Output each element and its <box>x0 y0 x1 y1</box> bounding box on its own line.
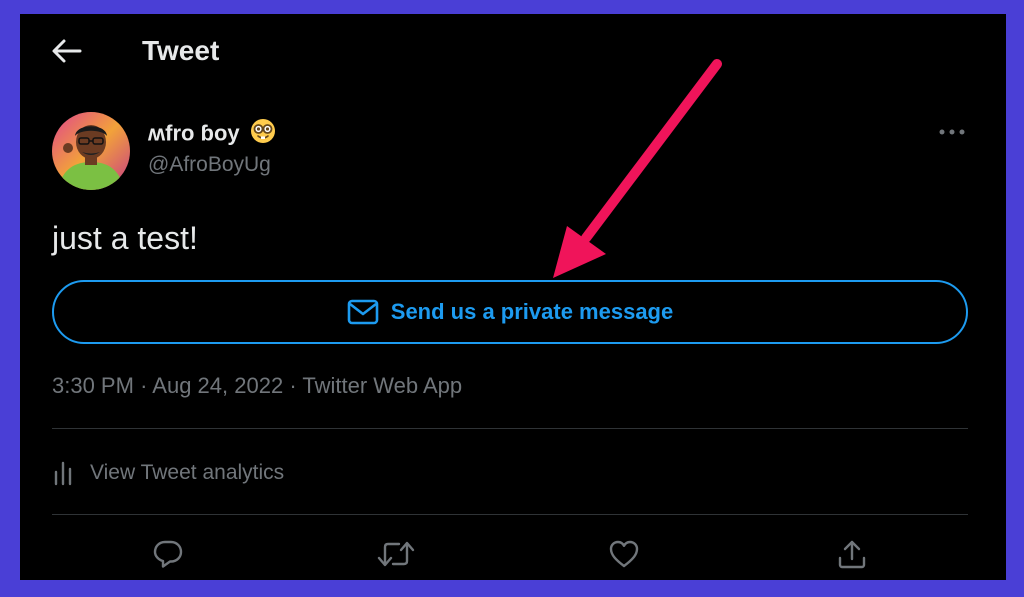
like-button[interactable] <box>604 534 644 574</box>
back-button[interactable] <box>48 36 84 66</box>
divider <box>52 514 968 515</box>
more-dots-icon <box>939 129 965 135</box>
avatar-image <box>52 112 130 190</box>
tweet-text: just a test! <box>52 220 198 256</box>
arrow-left-icon <box>52 39 82 63</box>
tweet-metadata: 3:30 PM · Aug 24, 2022 · Twitter Web App <box>52 372 462 400</box>
heart-icon <box>609 540 639 568</box>
tweet-date[interactable]: Aug 24, 2022 <box>152 373 283 398</box>
page-title: Tweet <box>142 35 220 66</box>
send-private-message-button[interactable]: Send us a private message <box>52 280 968 344</box>
share-icon <box>838 540 866 569</box>
author-name-text: ʍfro ɓoy <box>148 120 240 146</box>
analytics-bars-icon <box>54 461 72 486</box>
envelope-icon <box>347 299 379 325</box>
nerd-face-emoji-icon <box>250 118 276 151</box>
view-analytics-link[interactable]: View Tweet analytics <box>52 458 284 488</box>
view-analytics-label: View Tweet analytics <box>90 461 285 484</box>
tweet-detail-window: Tweet ʍfro ɓoy @AfroBoyUg just a test! S… <box>20 14 1006 580</box>
reply-button[interactable] <box>148 534 188 574</box>
retweet-icon <box>377 541 415 567</box>
send-private-message-label: Send us a private message <box>390 299 674 324</box>
tweet-actions-bar <box>52 534 968 574</box>
tweet-time[interactable]: 3:30 PM <box>52 373 134 398</box>
share-button[interactable] <box>832 534 872 574</box>
divider <box>52 428 968 429</box>
meta-separator: · <box>289 373 297 398</box>
reply-icon <box>153 540 183 568</box>
page-header: Tweet <box>20 14 1006 86</box>
tweet-source[interactable]: Twitter Web App <box>302 373 462 398</box>
author-handle[interactable]: @AfroBoyUg <box>148 152 271 178</box>
avatar[interactable] <box>52 112 130 190</box>
retweet-button[interactable] <box>376 534 416 574</box>
more-options-button[interactable] <box>934 120 970 144</box>
meta-separator: · <box>140 373 148 398</box>
author-name[interactable]: ʍfro ɓoy <box>148 118 276 151</box>
